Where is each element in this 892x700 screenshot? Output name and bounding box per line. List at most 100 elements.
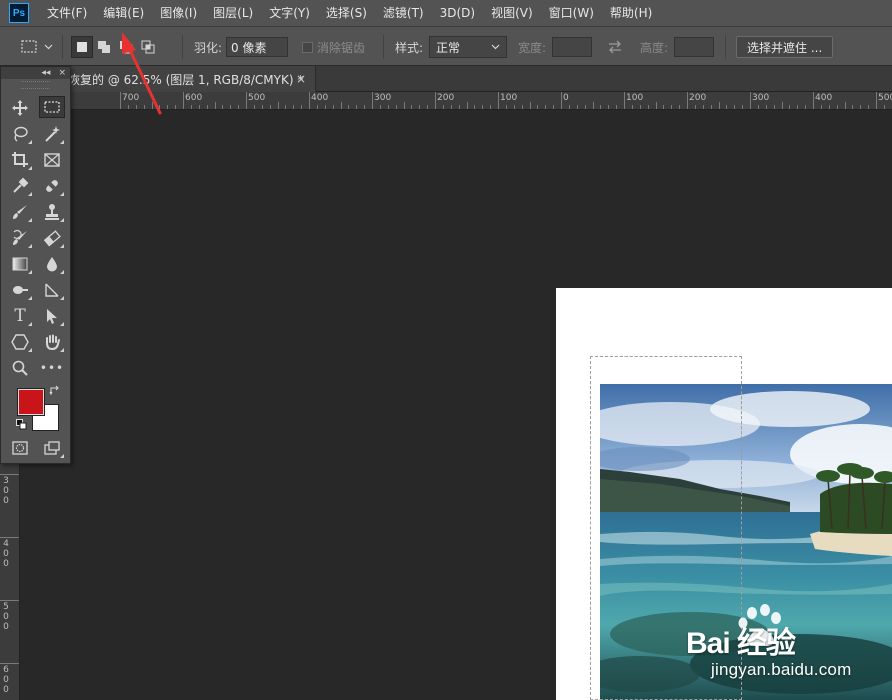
ruler-minor-tick — [529, 102, 531, 109]
gradient-tool-icon[interactable] — [7, 253, 33, 275]
healing-brush-tool-icon[interactable] — [39, 175, 65, 197]
lasso-tool-icon[interactable] — [7, 123, 33, 145]
width-input[interactable] — [552, 37, 593, 57]
pen-tool-icon[interactable] — [39, 279, 65, 301]
ruler-major-tick — [561, 92, 562, 109]
ruler-minor-tick — [773, 105, 775, 109]
style-select[interactable]: 正常 — [429, 36, 508, 58]
swap-colors-icon[interactable] — [49, 385, 61, 397]
ruler-minor-tick — [726, 105, 728, 109]
tool-preset-picker[interactable] — [20, 27, 54, 67]
rectangular-marquee-tool-icon[interactable] — [39, 96, 65, 118]
ruler-minor-tick — [214, 102, 216, 109]
ruler-tick-label: 4 0 0 — [3, 539, 9, 569]
feather-label: 羽化: — [194, 40, 223, 55]
eyedropper-tool-icon[interactable] — [7, 175, 33, 197]
ruler-minor-tick — [836, 105, 838, 109]
swap-dimensions-button[interactable] — [607, 27, 623, 67]
menu-file[interactable]: 文件(F) — [39, 0, 95, 26]
ruler-minor-tick — [655, 102, 657, 109]
ruler-minor-tick — [639, 105, 641, 109]
ruler-minor-tick — [151, 102, 153, 109]
menu-3d[interactable]: 3D(D) — [432, 0, 483, 26]
menu-edit[interactable]: 编辑(E) — [95, 0, 152, 26]
ruler-minor-tick — [301, 105, 303, 109]
panel-grip[interactable] — [21, 81, 50, 89]
menu-window[interactable]: 窗口(W) — [541, 0, 602, 26]
ruler-minor-tick — [348, 105, 350, 109]
history-brush-tool-icon[interactable] — [7, 227, 33, 249]
quick-mask-icon[interactable] — [7, 437, 33, 459]
ruler-minor-tick — [277, 102, 279, 109]
ruler-minor-tick — [135, 105, 137, 109]
document-tab-close-icon[interactable]: × — [296, 66, 306, 92]
shape-tool-icon[interactable] — [7, 331, 33, 353]
collapse-panel-icon[interactable]: ◂◂ — [41, 68, 50, 78]
ruler-tick-label: 3 0 0 — [3, 476, 9, 506]
menu-image[interactable]: 图像(I) — [152, 0, 205, 26]
ruler-minor-tick — [159, 105, 161, 109]
menu-filter[interactable]: 滤镜(T) — [375, 0, 432, 26]
zoom-tool-icon[interactable] — [7, 357, 33, 379]
subtract-selection-button[interactable] — [115, 36, 137, 58]
ruler-minor-tick — [490, 105, 492, 109]
subtract-selection-icon — [120, 41, 133, 54]
brush-tool-icon[interactable] — [7, 201, 33, 223]
magic-wand-tool-icon[interactable] — [39, 123, 65, 145]
select-and-mask-button[interactable]: 选择并遮住 ... — [736, 36, 834, 58]
ruler-minor-tick — [364, 105, 366, 109]
tools-panel-header: ◂◂ × — [1, 67, 70, 79]
hand-tool-icon[interactable] — [39, 331, 65, 353]
close-panel-icon[interactable]: × — [58, 68, 66, 78]
photoshop-logo: Ps — [9, 3, 29, 23]
eraser-tool-icon[interactable] — [39, 227, 65, 249]
clone-stamp-tool-icon[interactable] — [39, 201, 65, 223]
intersect-selection-button[interactable] — [137, 36, 159, 58]
ruler-tick-label: 100 — [626, 93, 644, 103]
add-selection-button[interactable] — [93, 36, 115, 58]
new-selection-button[interactable] — [71, 36, 93, 58]
menu-layer[interactable]: 图层(L) — [205, 0, 261, 26]
type-tool-icon[interactable]: T — [7, 305, 33, 327]
dodge-tool-icon[interactable] — [7, 279, 33, 301]
crop-tool-icon[interactable] — [7, 149, 33, 171]
ruler-tick-label: 200 — [689, 93, 707, 103]
antialias-checkbox-box[interactable] — [302, 41, 313, 53]
feather-input[interactable]: 0 像素 — [226, 37, 289, 57]
ruler-minor-tick — [340, 102, 342, 109]
watermark-url: jingyan.baidu.com — [711, 660, 852, 679]
menu-type[interactable]: 文字(Y) — [261, 0, 318, 26]
move-tool-icon[interactable] — [7, 97, 33, 119]
menu-bar: Ps 文件(F) 编辑(E) 图像(I) 图层(L) 文字(Y) 选择(S) 滤… — [0, 0, 892, 26]
path-selection-tool-icon[interactable] — [39, 305, 65, 327]
ruler-tick-label: 500 — [878, 93, 892, 103]
blur-tool-icon[interactable] — [39, 253, 65, 275]
screen-mode-icon[interactable] — [39, 437, 65, 459]
ruler-minor-tick — [332, 105, 334, 109]
ruler-minor-tick — [198, 105, 200, 109]
ruler-minor-tick — [852, 105, 854, 109]
menu-view[interactable]: 视图(V) — [483, 0, 541, 26]
default-colors-icon[interactable] — [16, 419, 27, 430]
document-tab[interactable]: 恢复的 @ 62.5% (图层 1, RGB/8/CMYK) * — [60, 66, 316, 92]
ruler-major-tick — [498, 92, 499, 109]
ruler-tick-label: 500 — [248, 93, 266, 103]
height-label: 高度: — [640, 40, 669, 55]
antialias-checkbox[interactable]: 消除锯齿 — [302, 27, 365, 67]
horizontal-ruler[interactable]: 700 600 500 400 300 200 100 0 100 200 300 400 500 — [20, 92, 892, 110]
ruler-minor-tick — [458, 105, 460, 109]
ruler-minor-tick — [261, 105, 263, 109]
ruler-minor-tick — [757, 105, 759, 109]
foreground-color-swatch[interactable] — [18, 389, 44, 415]
frame-tool-icon[interactable] — [39, 149, 65, 171]
ruler-minor-tick — [742, 105, 744, 109]
ruler-minor-tick — [387, 105, 389, 109]
ruler-minor-tick — [521, 105, 523, 109]
menu-help[interactable]: 帮助(H) — [602, 0, 660, 26]
menu-select[interactable]: 选择(S) — [318, 0, 375, 26]
ruler-minor-tick — [679, 105, 681, 109]
ruler-tick-label: 600 — [185, 93, 203, 103]
ruler-minor-tick — [765, 105, 767, 109]
more-tools-icon[interactable]: ••• — [39, 357, 65, 379]
height-input[interactable] — [674, 37, 715, 57]
